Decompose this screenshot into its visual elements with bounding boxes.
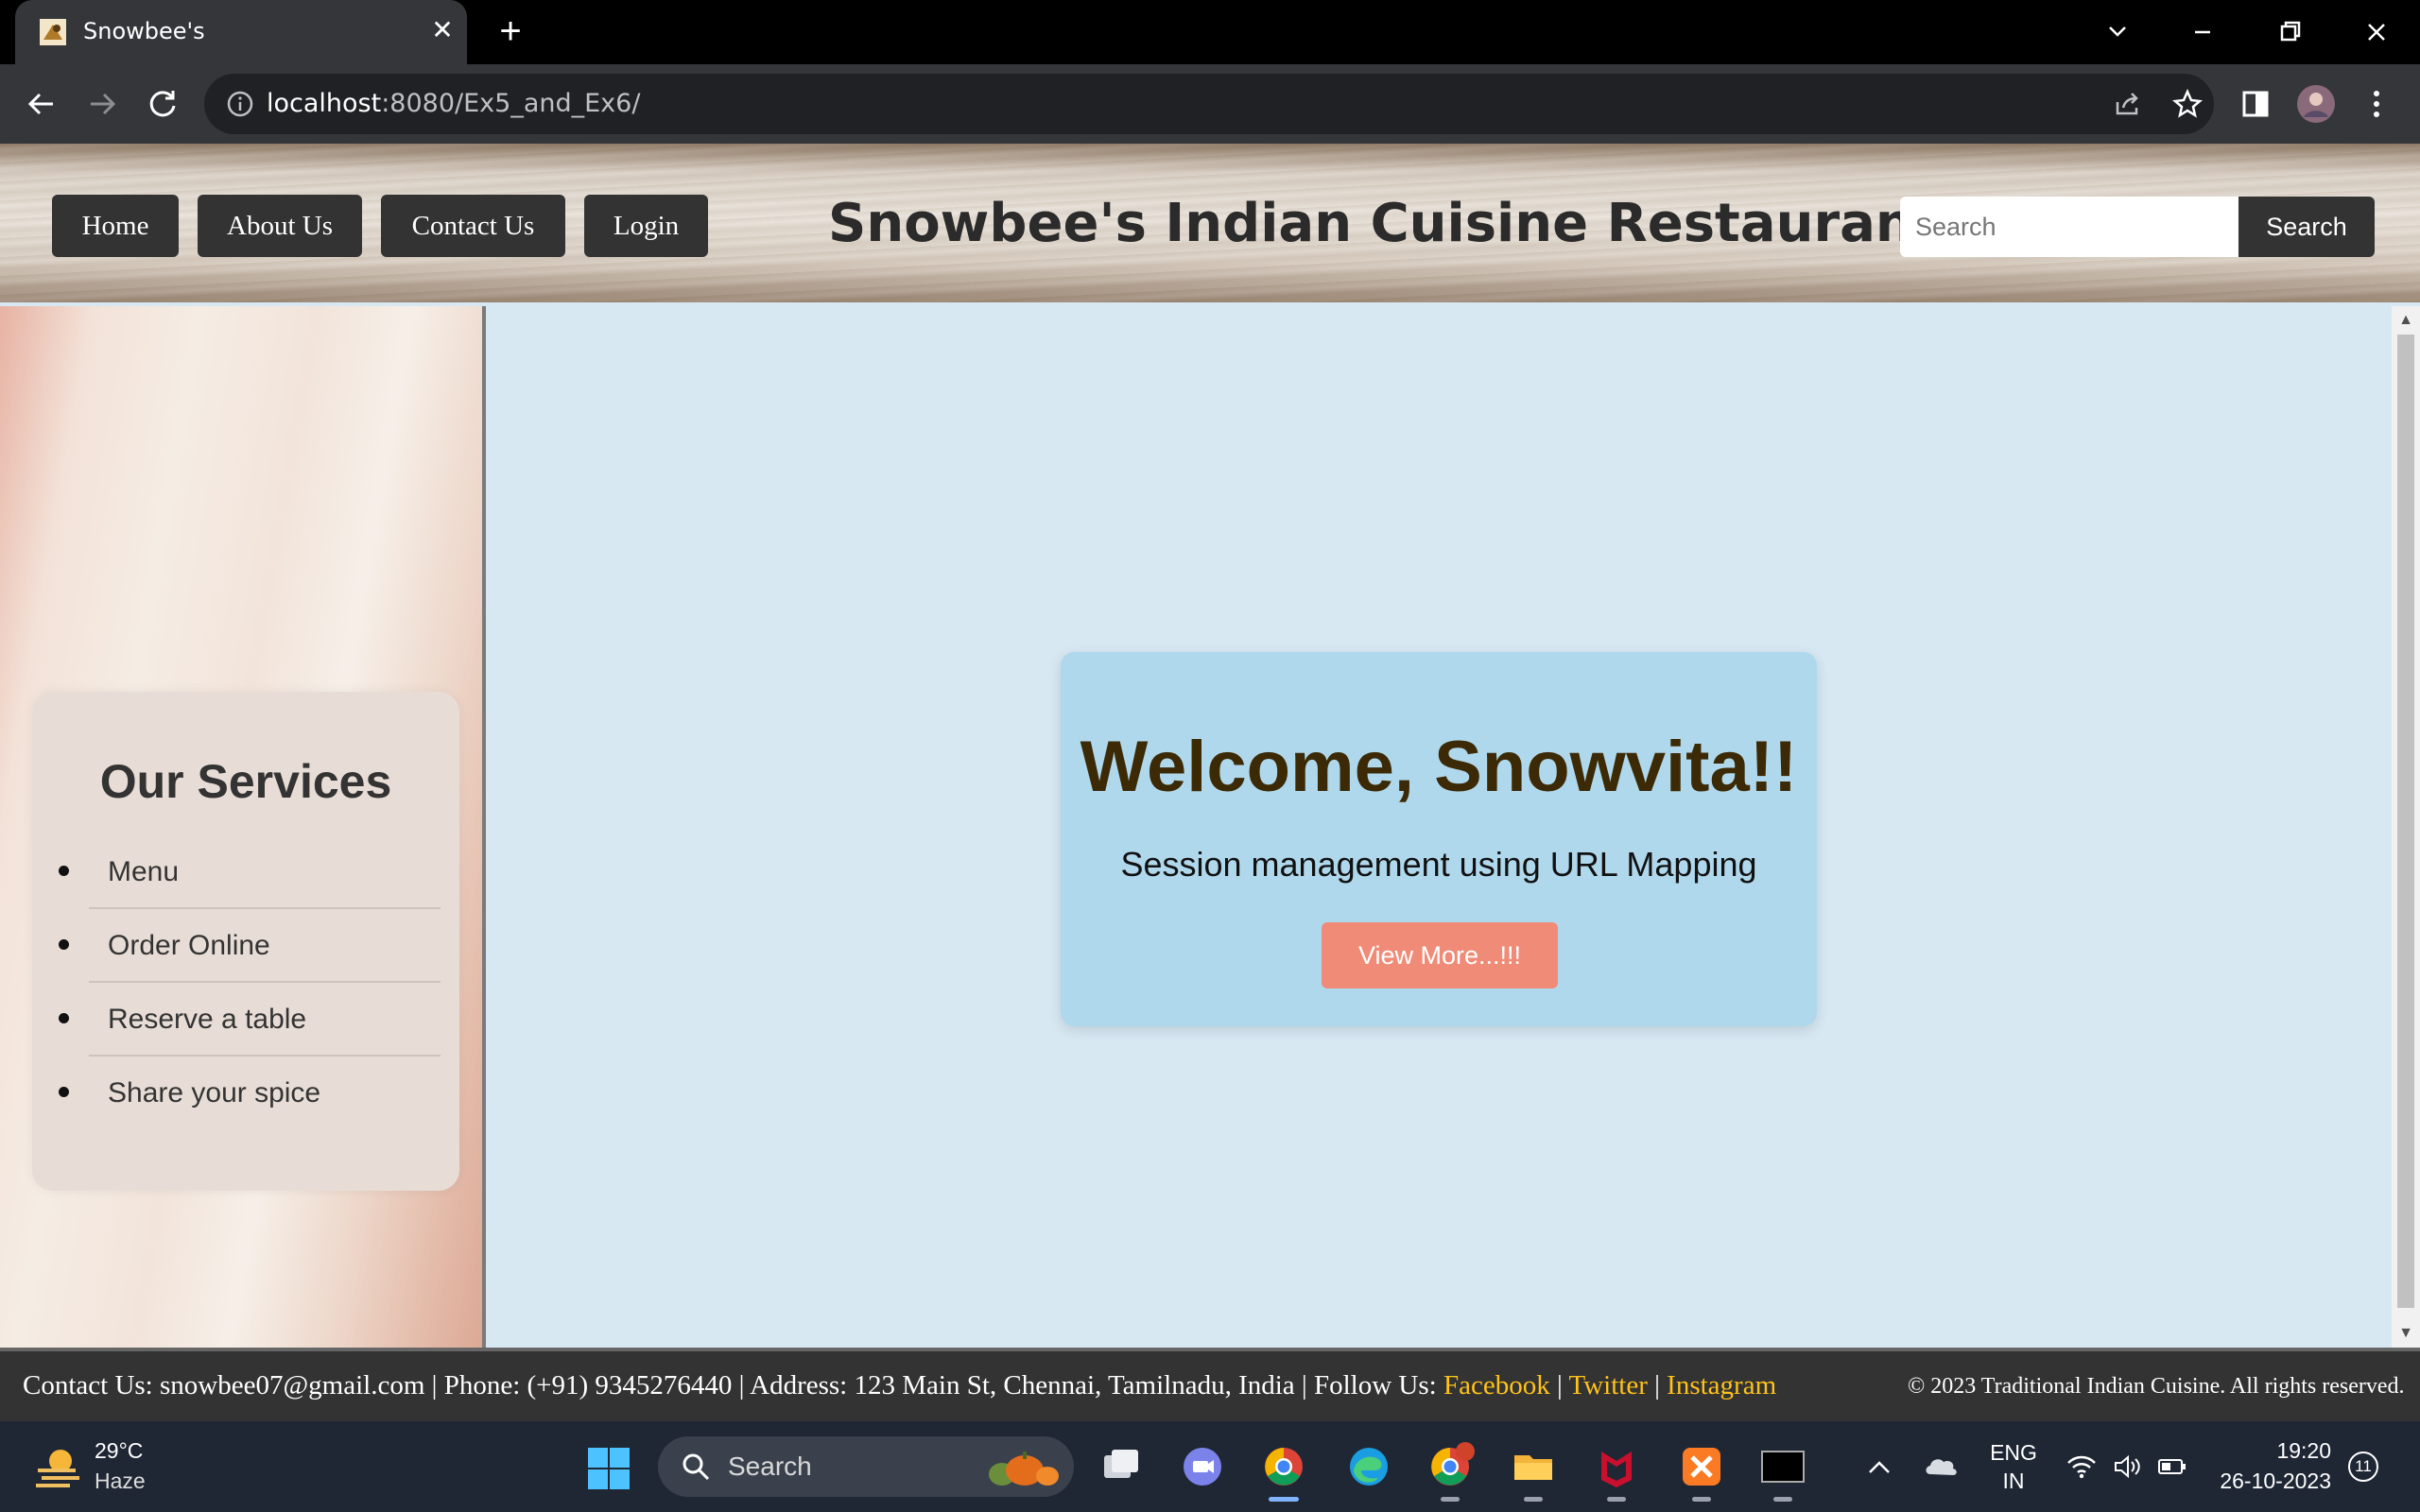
facebook-link[interactable]: Facebook [1443, 1370, 1550, 1400]
services-title: Our Services [99, 755, 392, 808]
weather-haze-icon[interactable] [32, 1442, 85, 1491]
welcome-title: Welcome, Snowvita!! [1080, 727, 1798, 807]
service-label: Order Online [108, 930, 270, 961]
active-app-indicator [1269, 1497, 1299, 1502]
browser-tab-bar: Snowbee's ✕ + [0, 0, 2420, 64]
onedrive-icon[interactable] [1923, 1450, 1961, 1484]
mcafee-icon[interactable] [1588, 1438, 1645, 1502]
twitter-link[interactable]: Twitter [1569, 1370, 1648, 1400]
service-label: Share your spice [108, 1077, 321, 1108]
close-window-icon[interactable] [2348, 9, 2405, 55]
side-panel-icon[interactable] [2233, 81, 2278, 127]
welcome-subtitle: Session management using URL Mapping [1120, 845, 1757, 884]
xampp-icon[interactable] [1673, 1438, 1730, 1502]
services-card: Our Services Menu Order Online Reserve a… [32, 692, 459, 1191]
bookmark-star-icon[interactable] [2165, 81, 2210, 127]
volume-icon[interactable] [2110, 1450, 2144, 1484]
weather-condition: Haze [95, 1469, 146, 1493]
service-item-share-spice[interactable]: Share your spice [59, 1057, 441, 1130]
service-item-reserve-table[interactable]: Reserve a table [59, 983, 441, 1057]
app-indicator [1773, 1497, 1792, 1502]
site-search-input[interactable] [1900, 197, 2238, 257]
back-icon[interactable] [19, 81, 64, 127]
edge-icon[interactable] [1340, 1438, 1397, 1495]
scroll-thumb[interactable] [2397, 335, 2414, 1308]
wifi-icon[interactable] [2065, 1450, 2099, 1484]
chrome-profile-icon[interactable] [1422, 1438, 1478, 1502]
language-indicator-1[interactable]: ENG [1985, 1440, 2042, 1466]
terminal-icon[interactable] [1754, 1438, 1811, 1502]
tab-close-icon[interactable]: ✕ [425, 13, 459, 47]
site-header: Home About Us Contact Us Login Snowbee's… [0, 144, 2420, 302]
chrome-taskbar-icon[interactable] [1255, 1438, 1312, 1502]
site-footer: Contact Us: snowbee07@gmail.com | Phone:… [0, 1348, 2420, 1421]
weather-temperature: 29°C [95, 1438, 144, 1463]
new-tab-icon[interactable]: + [490, 11, 531, 53]
browser-toolbar: localhost:8080/Ex5_and_Ex6/ [0, 64, 2420, 144]
site-favicon-icon [40, 19, 66, 45]
footer-copyright: © 2023 Traditional Indian Cuisine. All r… [1908, 1374, 2405, 1399]
app-indicator [1524, 1497, 1543, 1502]
app-indicator [1607, 1497, 1626, 1502]
footer-separator: | [1647, 1370, 1668, 1400]
clock-time[interactable]: 19:20 [2218, 1438, 2331, 1464]
search-icon [683, 1453, 710, 1481]
language-indicator-2[interactable]: IN [1985, 1469, 2042, 1494]
bullet-icon [59, 939, 69, 950]
site-title: Snowbee's Indian Cuisine Restaurant [828, 193, 1939, 254]
site-info-icon[interactable] [225, 89, 255, 119]
windows-start-icon[interactable] [586, 1446, 631, 1491]
notification-badge[interactable]: 11 [2348, 1452, 2378, 1482]
reload-icon[interactable] [140, 81, 185, 127]
file-explorer-icon[interactable] [1505, 1438, 1562, 1502]
task-view-icon[interactable] [1093, 1438, 1150, 1495]
battery-icon[interactable] [2155, 1450, 2189, 1484]
footer-separator: | [1549, 1370, 1569, 1400]
nav-login-button[interactable]: Login [584, 195, 708, 257]
services-sidebar: Our Services Menu Order Online Reserve a… [0, 306, 486, 1348]
url-path: :8080/Ex5_and_Ex6/ [381, 89, 641, 118]
page-viewport: Home About Us Contact Us Login Snowbee's… [0, 144, 2420, 1348]
tab-search-icon[interactable] [2089, 9, 2146, 55]
nav-contact-button[interactable]: Contact Us [381, 195, 565, 257]
pumpkin-icon [989, 1452, 1059, 1486]
scroll-up-icon[interactable]: ▲ [2392, 306, 2420, 335]
bullet-icon [59, 1087, 69, 1097]
app-indicator [1692, 1497, 1711, 1502]
service-label: Menu [108, 856, 180, 887]
minimize-icon[interactable] [2174, 9, 2231, 55]
clock-date[interactable]: 26-10-2023 [2208, 1469, 2331, 1494]
browser-tab[interactable]: Snowbee's ✕ [15, 0, 467, 64]
service-item-order-online[interactable]: Order Online [59, 909, 441, 983]
instagram-link[interactable]: Instagram [1667, 1370, 1776, 1400]
app-indicator [1441, 1497, 1460, 1502]
restore-icon[interactable] [2261, 9, 2318, 55]
url-text: localhost:8080/Ex5_and_Ex6/ [267, 89, 640, 118]
teams-chat-icon[interactable] [1174, 1438, 1231, 1495]
tab-title: Snowbee's [83, 18, 205, 44]
service-label: Reserve a table [108, 1004, 307, 1035]
share-icon[interactable] [2104, 81, 2150, 127]
menu-kebab-icon[interactable] [2354, 81, 2399, 127]
url-host: localhost [267, 89, 382, 118]
footer-contact: Contact Us: snowbee07@gmail.com | Phone:… [23, 1370, 1776, 1401]
site-search-button[interactable]: Search [2238, 197, 2375, 257]
bullet-icon [59, 1013, 69, 1023]
nav-about-button[interactable]: About Us [198, 195, 362, 257]
page-scrollbar[interactable]: ▲ ▼ [2392, 306, 2420, 1348]
welcome-card: Welcome, Snowvita!! Session management u… [1061, 652, 1817, 1026]
chevron-up-icon[interactable] [1864, 1453, 1894, 1480]
nav-home-button[interactable]: Home [52, 195, 179, 257]
taskbar-search-label: Search [728, 1452, 812, 1481]
bullet-icon [59, 866, 69, 876]
scroll-down-icon[interactable]: ▼ [2392, 1319, 2420, 1348]
footer-contact-text: Contact Us: snowbee07@gmail.com | Phone:… [23, 1370, 1443, 1400]
taskbar-search[interactable]: Search [658, 1436, 1074, 1497]
forward-icon[interactable] [79, 81, 125, 127]
view-more-button[interactable]: View More...!!! [1322, 922, 1558, 988]
service-item-menu[interactable]: Menu [59, 835, 441, 909]
windows-taskbar: 29°C Haze Search ENG IN 19:20 26-10-2023… [0, 1421, 2420, 1512]
address-bar[interactable]: localhost:8080/Ex5_and_Ex6/ [204, 74, 2214, 134]
profile-avatar[interactable] [2293, 81, 2339, 127]
